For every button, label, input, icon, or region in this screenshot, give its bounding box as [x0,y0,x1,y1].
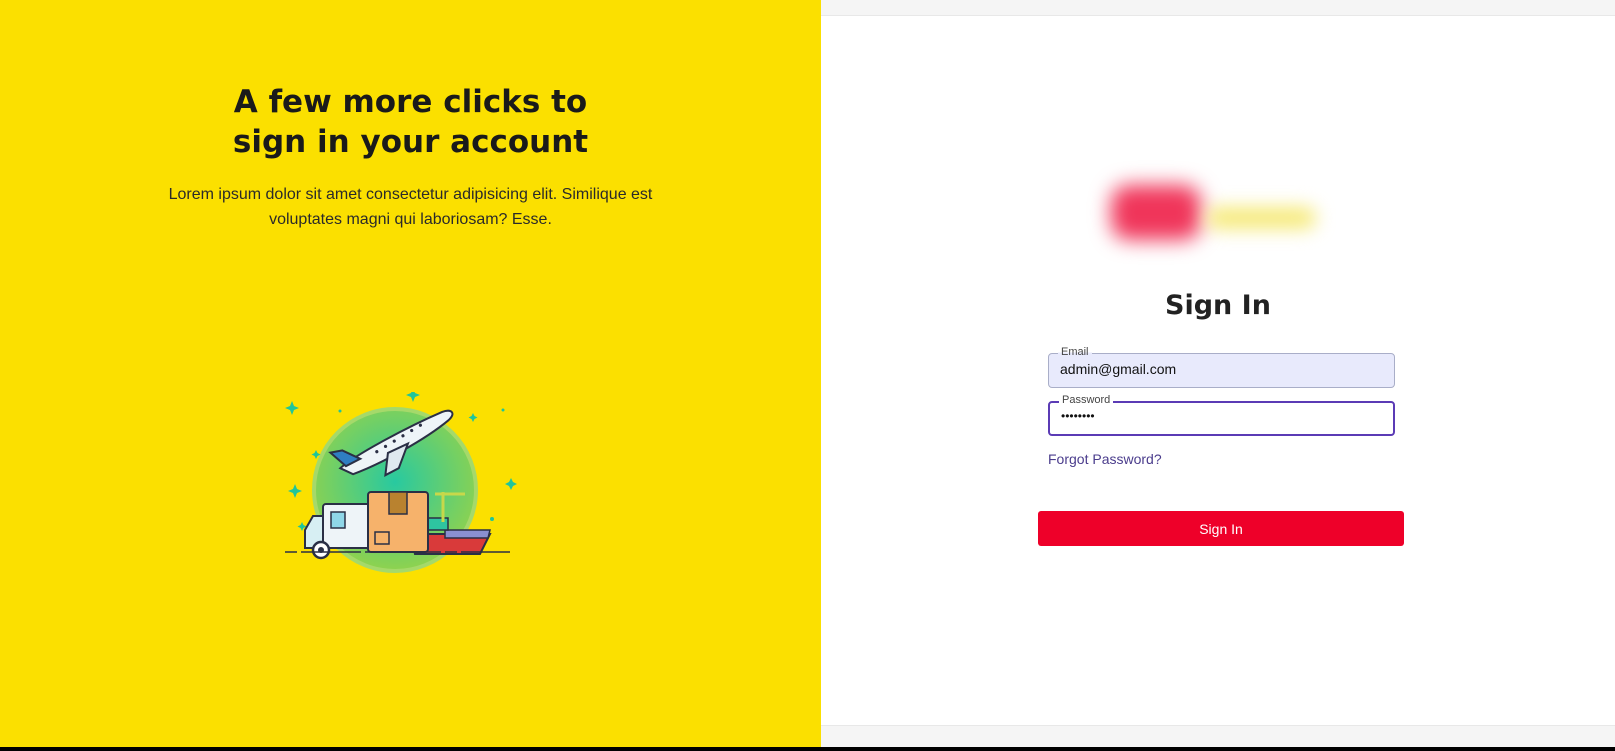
email-input[interactable] [1060,361,1380,377]
promo-headline-line-2: sign in your account [232,124,589,160]
promo-description: Lorem ipsum dolor sit amet consectetur a… [168,186,653,228]
brand-logo [1086,165,1346,275]
password-label: Password [1059,393,1114,407]
email-label: Email [1058,345,1092,359]
password-input[interactable] [1061,409,1381,423]
promo-headline: A few more clicks to sign in your accoun… [0,82,821,162]
forgot-password-link[interactable]: Forgot Password? [1048,451,1162,467]
email-field[interactable]: Email [1048,345,1395,388]
brand-logo-wordmark [1206,207,1316,229]
password-field[interactable]: Password [1048,393,1395,436]
promo-panel: A few more clicks to sign in your accoun… [0,0,821,747]
delivery-transport-illustration [285,392,517,573]
promo-headline-line-1: A few more clicks to [233,84,588,120]
bottom-bar [821,725,1615,747]
sign-in-button[interactable]: Sign In [1038,511,1404,546]
brand-logo-mark [1111,185,1201,240]
sign-in-title: Sign In [1165,290,1271,321]
top-bar [821,0,1615,16]
sign-in-panel: Sign In Email Password Forgot Password? … [821,0,1615,747]
